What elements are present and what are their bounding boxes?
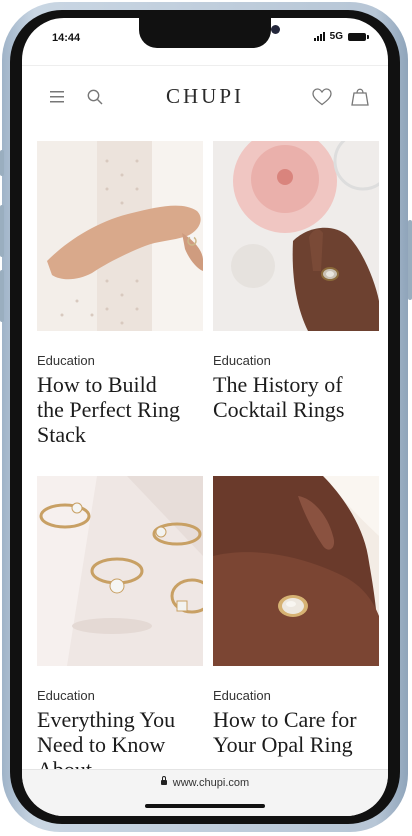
article-image[interactable] bbox=[213, 476, 379, 666]
article-title[interactable]: How to Build the Perfect Ring Stack bbox=[37, 372, 187, 447]
article-image[interactable] bbox=[37, 476, 203, 666]
status-indicators: 5G bbox=[313, 31, 369, 42]
article-card[interactable]: Education How to Build the Perfect Ring … bbox=[37, 141, 203, 447]
article-title[interactable]: How to Care for Your Opal Ring bbox=[213, 707, 363, 757]
status-time: 14:44 bbox=[52, 32, 81, 44]
camera bbox=[271, 25, 280, 34]
screen: 14:44 5G CHUPI Education How to Build th… bbox=[22, 18, 388, 816]
side-button bbox=[0, 205, 4, 257]
side-button bbox=[0, 150, 4, 176]
article-image[interactable] bbox=[213, 141, 379, 331]
browser-url-bar[interactable]: www.chupi.com bbox=[22, 769, 388, 816]
signal-icon bbox=[313, 32, 325, 41]
side-button bbox=[408, 220, 412, 300]
heart-icon[interactable] bbox=[312, 88, 332, 106]
article-card[interactable]: Education The History of Cocktail Rings bbox=[213, 141, 379, 422]
lock-icon bbox=[160, 776, 167, 785]
article-card[interactable]: Education Everything You Need to Know Ab… bbox=[37, 476, 203, 782]
side-button bbox=[0, 270, 4, 322]
article-image[interactable] bbox=[37, 141, 203, 331]
battery-icon bbox=[348, 32, 369, 41]
home-indicator[interactable] bbox=[145, 804, 265, 808]
article-card[interactable]: Education How to Care for Your Opal Ring bbox=[213, 476, 379, 757]
article-category: Education bbox=[213, 353, 271, 368]
article-category: Education bbox=[213, 688, 271, 703]
article-category: Education bbox=[37, 688, 95, 703]
notch bbox=[139, 18, 280, 48]
network-label: 5G bbox=[329, 31, 343, 42]
article-title[interactable]: The History of Cocktail Rings bbox=[213, 372, 373, 422]
shopping-bag-icon[interactable] bbox=[351, 87, 369, 106]
site-header: CHUPI bbox=[22, 82, 388, 112]
brand-logo[interactable]: CHUPI bbox=[22, 84, 388, 109]
article-category: Education bbox=[37, 353, 95, 368]
divider bbox=[22, 65, 388, 66]
url-text: www.chupi.com bbox=[172, 777, 250, 789]
url-display[interactable]: www.chupi.com bbox=[22, 776, 388, 789]
